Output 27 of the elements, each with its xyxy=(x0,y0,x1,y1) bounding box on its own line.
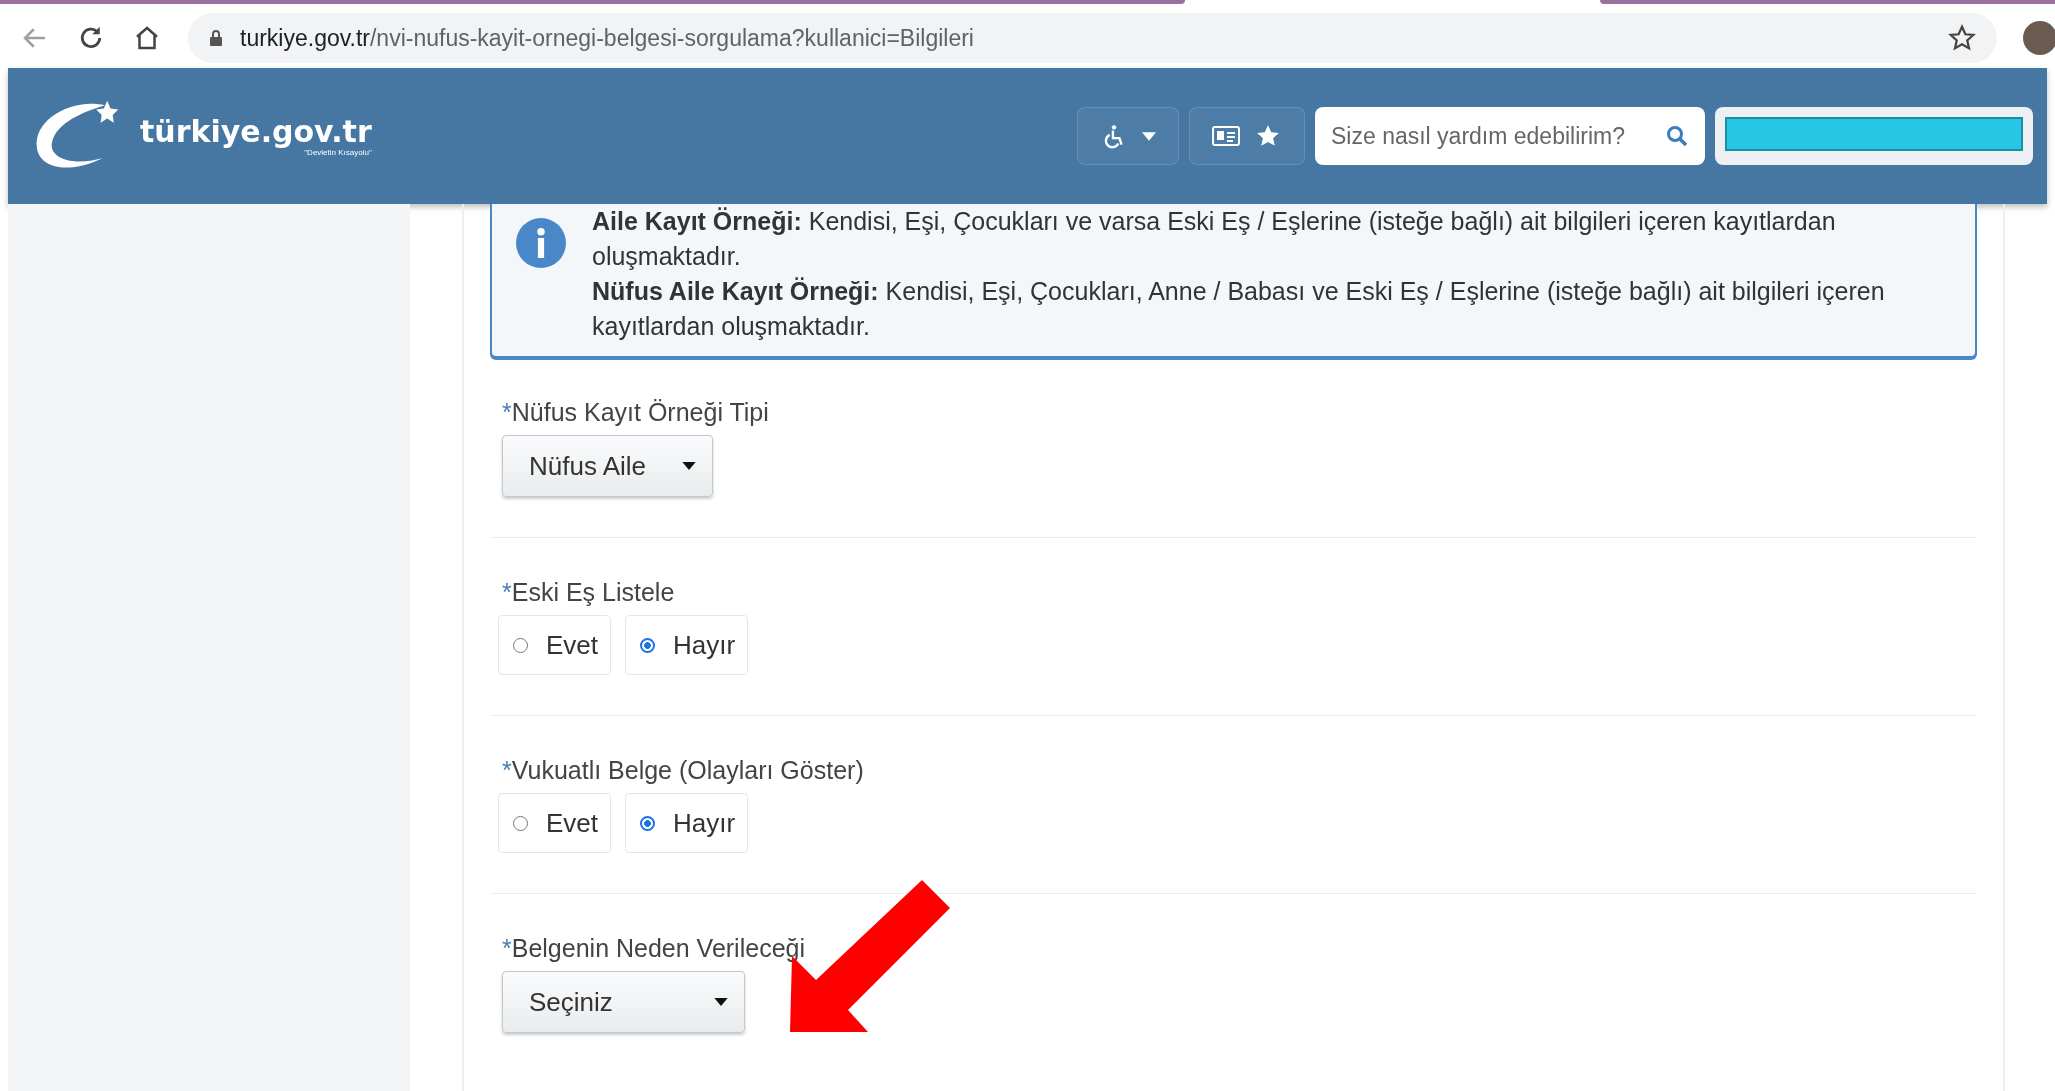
field-label: *Vukuatlı Belge (Olayları Göster) xyxy=(502,756,865,785)
accessibility-button[interactable] xyxy=(1077,107,1179,165)
address-bar[interactable]: turkiye.gov.tr/nvi-nufus-kayit-ornegi-belgesi-sorgulama?kullanici=Bilgileri xyxy=(188,13,1997,63)
radio-option[interactable]: Hayır xyxy=(625,793,749,853)
info-paragraph: Nüfus Aile Kayıt Örneği: Kendisi, Eşi, Çocukları, Anne / Babası ve Eski Eş / Eşlerine (isteğe bağlı) ait bilgileri içeren kayıtlardan oluşmaktadır. xyxy=(592,276,1886,342)
caret-icon xyxy=(682,462,697,470)
caret-icon xyxy=(1142,131,1156,141)
logo-tagline: "Devletin Kısayolu" xyxy=(304,148,372,157)
lock-icon xyxy=(208,29,224,47)
field-label: *Eski Eş Listele xyxy=(502,578,676,607)
field-label: *Nüfus Kayıt Örneği Tipi xyxy=(502,398,770,427)
radio-option[interactable]: Evet xyxy=(498,793,612,853)
field-label: *Belgenin Neden Verileceği xyxy=(502,934,806,963)
info-icon xyxy=(516,218,566,268)
dropdown[interactable]: Nüfus Aile xyxy=(502,435,714,497)
radio-option[interactable]: Evet xyxy=(498,615,612,675)
search-field[interactable]: Size nasıl yardım edebilirim? xyxy=(1315,107,1705,165)
logo-text[interactable]: türkiye.gov.tr xyxy=(140,115,372,148)
star-icon[interactable] xyxy=(1947,23,1977,53)
avatar-circle[interactable] xyxy=(2023,21,2055,55)
id-card-icon xyxy=(1212,123,1240,149)
dropdown[interactable]: Seçiniz xyxy=(502,971,745,1033)
caret-icon xyxy=(714,998,728,1006)
search-icon[interactable] xyxy=(1665,124,1689,148)
radio-option[interactable]: Hayır xyxy=(625,615,749,675)
id-card-favorites-button[interactable] xyxy=(1189,107,1305,165)
info-paragraph: Aile Kayıt Örneği: Kendisi, Eşi, Çocukları ve varsa Eski Eş / Eşlerine (isteğe bağlı) ait bilgileri içeren kayıtlardan oluşmaktadır. xyxy=(592,206,1837,272)
